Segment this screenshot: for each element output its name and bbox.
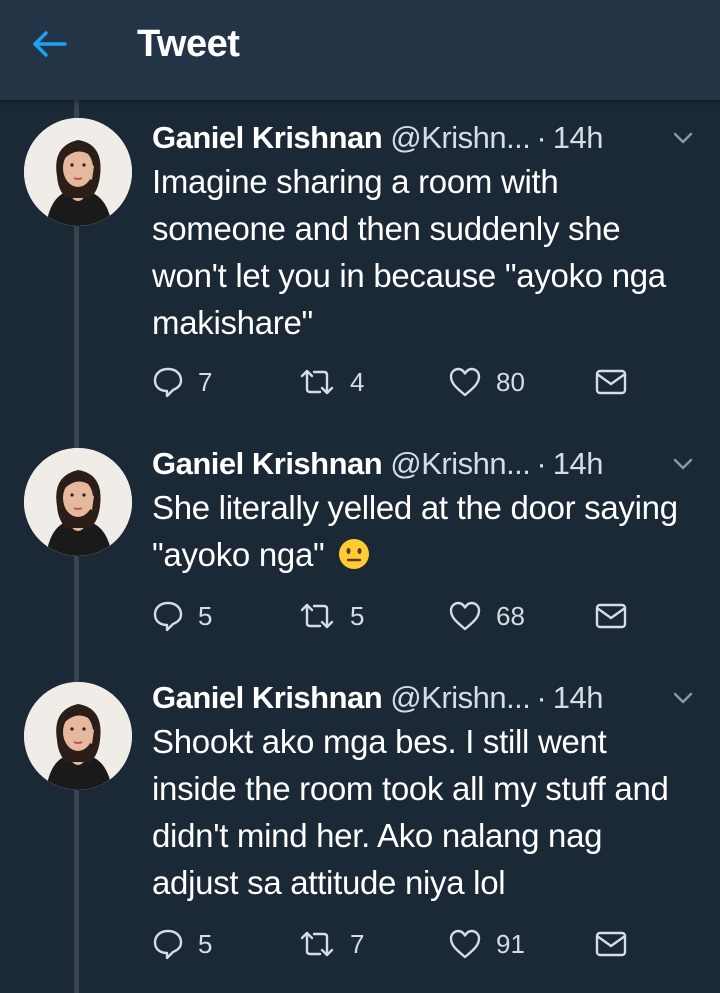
reply-button[interactable]: 5 <box>152 924 212 964</box>
reply-button[interactable]: 7 <box>152 362 212 402</box>
like-count: 80 <box>496 367 525 397</box>
tweet-header: Ganiel Krishnan @Krishn... · 14h <box>152 678 662 718</box>
author-name[interactable]: Ganiel Krishnan <box>152 444 383 484</box>
retweet-count: 5 <box>350 601 365 631</box>
tweet-text: Shookt ako mga bes. I still went inside … <box>152 723 669 901</box>
reply-icon <box>153 367 183 398</box>
retweet-button[interactable]: 5 <box>298 596 364 636</box>
direct-message-button[interactable] <box>594 362 628 402</box>
tweet-actions: 7 4 80 <box>152 362 652 402</box>
avatar[interactable] <box>24 682 132 790</box>
chevron-down-icon <box>673 458 693 470</box>
like-count: 68 <box>496 601 525 631</box>
like-button[interactable]: 91 <box>448 924 525 964</box>
reply-count: 7 <box>198 367 213 397</box>
author-handle[interactable]: @Krishn... <box>390 444 531 484</box>
chevron-down-icon <box>673 132 693 144</box>
tweet-text: Imagine sharing a room with someone and … <box>152 163 666 341</box>
like-count: 91 <box>496 929 525 959</box>
tweet-actions: 5 5 68 <box>152 596 652 636</box>
retweet-button[interactable]: 7 <box>298 924 364 964</box>
tweet-menu-button[interactable] <box>668 126 698 150</box>
separator-dot: · <box>536 120 547 155</box>
page-title: Tweet <box>137 23 240 65</box>
avatar[interactable] <box>24 118 132 226</box>
retweet-button[interactable]: 4 <box>298 362 364 402</box>
author-name[interactable]: Ganiel Krishnan <box>152 678 383 718</box>
retweet-icon <box>300 931 334 957</box>
top-bar: Tweet <box>0 0 720 100</box>
envelope-icon <box>595 603 627 629</box>
chevron-down-icon <box>673 692 693 704</box>
like-button[interactable]: 68 <box>448 596 525 636</box>
tweet-text: She literally yelled at the door saying … <box>152 484 692 578</box>
tweet-header: Ganiel Krishnan @Krishn... · 14h <box>152 444 662 484</box>
reply-count: 5 <box>198 929 213 959</box>
retweet-icon <box>300 369 334 395</box>
retweet-count: 4 <box>350 367 365 397</box>
heart-icon <box>449 367 481 397</box>
reply-icon <box>153 929 183 960</box>
tweet-text-content: She literally yelled at the door saying … <box>152 489 678 573</box>
profile-photo <box>24 682 132 790</box>
profile-photo <box>24 448 132 556</box>
retweet-icon <box>300 603 334 629</box>
neutral-face-emoji <box>339 539 370 569</box>
separator-dot: · <box>536 446 547 481</box>
tweet-time[interactable]: 14h <box>553 678 604 718</box>
author-handle[interactable]: @Krishn... <box>390 678 531 718</box>
direct-message-button[interactable] <box>594 924 628 964</box>
reply-count: 5 <box>198 601 213 631</box>
tweet-actions: 5 7 91 <box>152 924 652 964</box>
tweet-menu-button[interactable] <box>668 686 698 710</box>
reply-button[interactable]: 5 <box>152 596 212 636</box>
envelope-icon <box>595 369 627 395</box>
tweet-menu-button[interactable] <box>668 452 698 476</box>
author-name[interactable]: Ganiel Krishnan <box>152 118 383 158</box>
heart-icon <box>449 601 481 631</box>
arrow-left-icon <box>33 31 67 57</box>
tweet-header: Ganiel Krishnan @Krishn... · 14h <box>152 118 662 158</box>
separator-dot: · <box>536 680 547 715</box>
heart-icon <box>449 929 481 959</box>
author-handle[interactable]: @Krishn... <box>390 118 531 158</box>
tweet-time[interactable]: 14h <box>553 444 604 484</box>
profile-photo <box>24 118 132 226</box>
like-button[interactable]: 80 <box>448 362 525 402</box>
reply-icon <box>153 601 183 632</box>
tweet-time[interactable]: 14h <box>553 118 604 158</box>
back-button[interactable] <box>22 22 78 66</box>
avatar[interactable] <box>24 448 132 556</box>
direct-message-button[interactable] <box>594 596 628 636</box>
envelope-icon <box>595 931 627 957</box>
retweet-count: 7 <box>350 929 365 959</box>
